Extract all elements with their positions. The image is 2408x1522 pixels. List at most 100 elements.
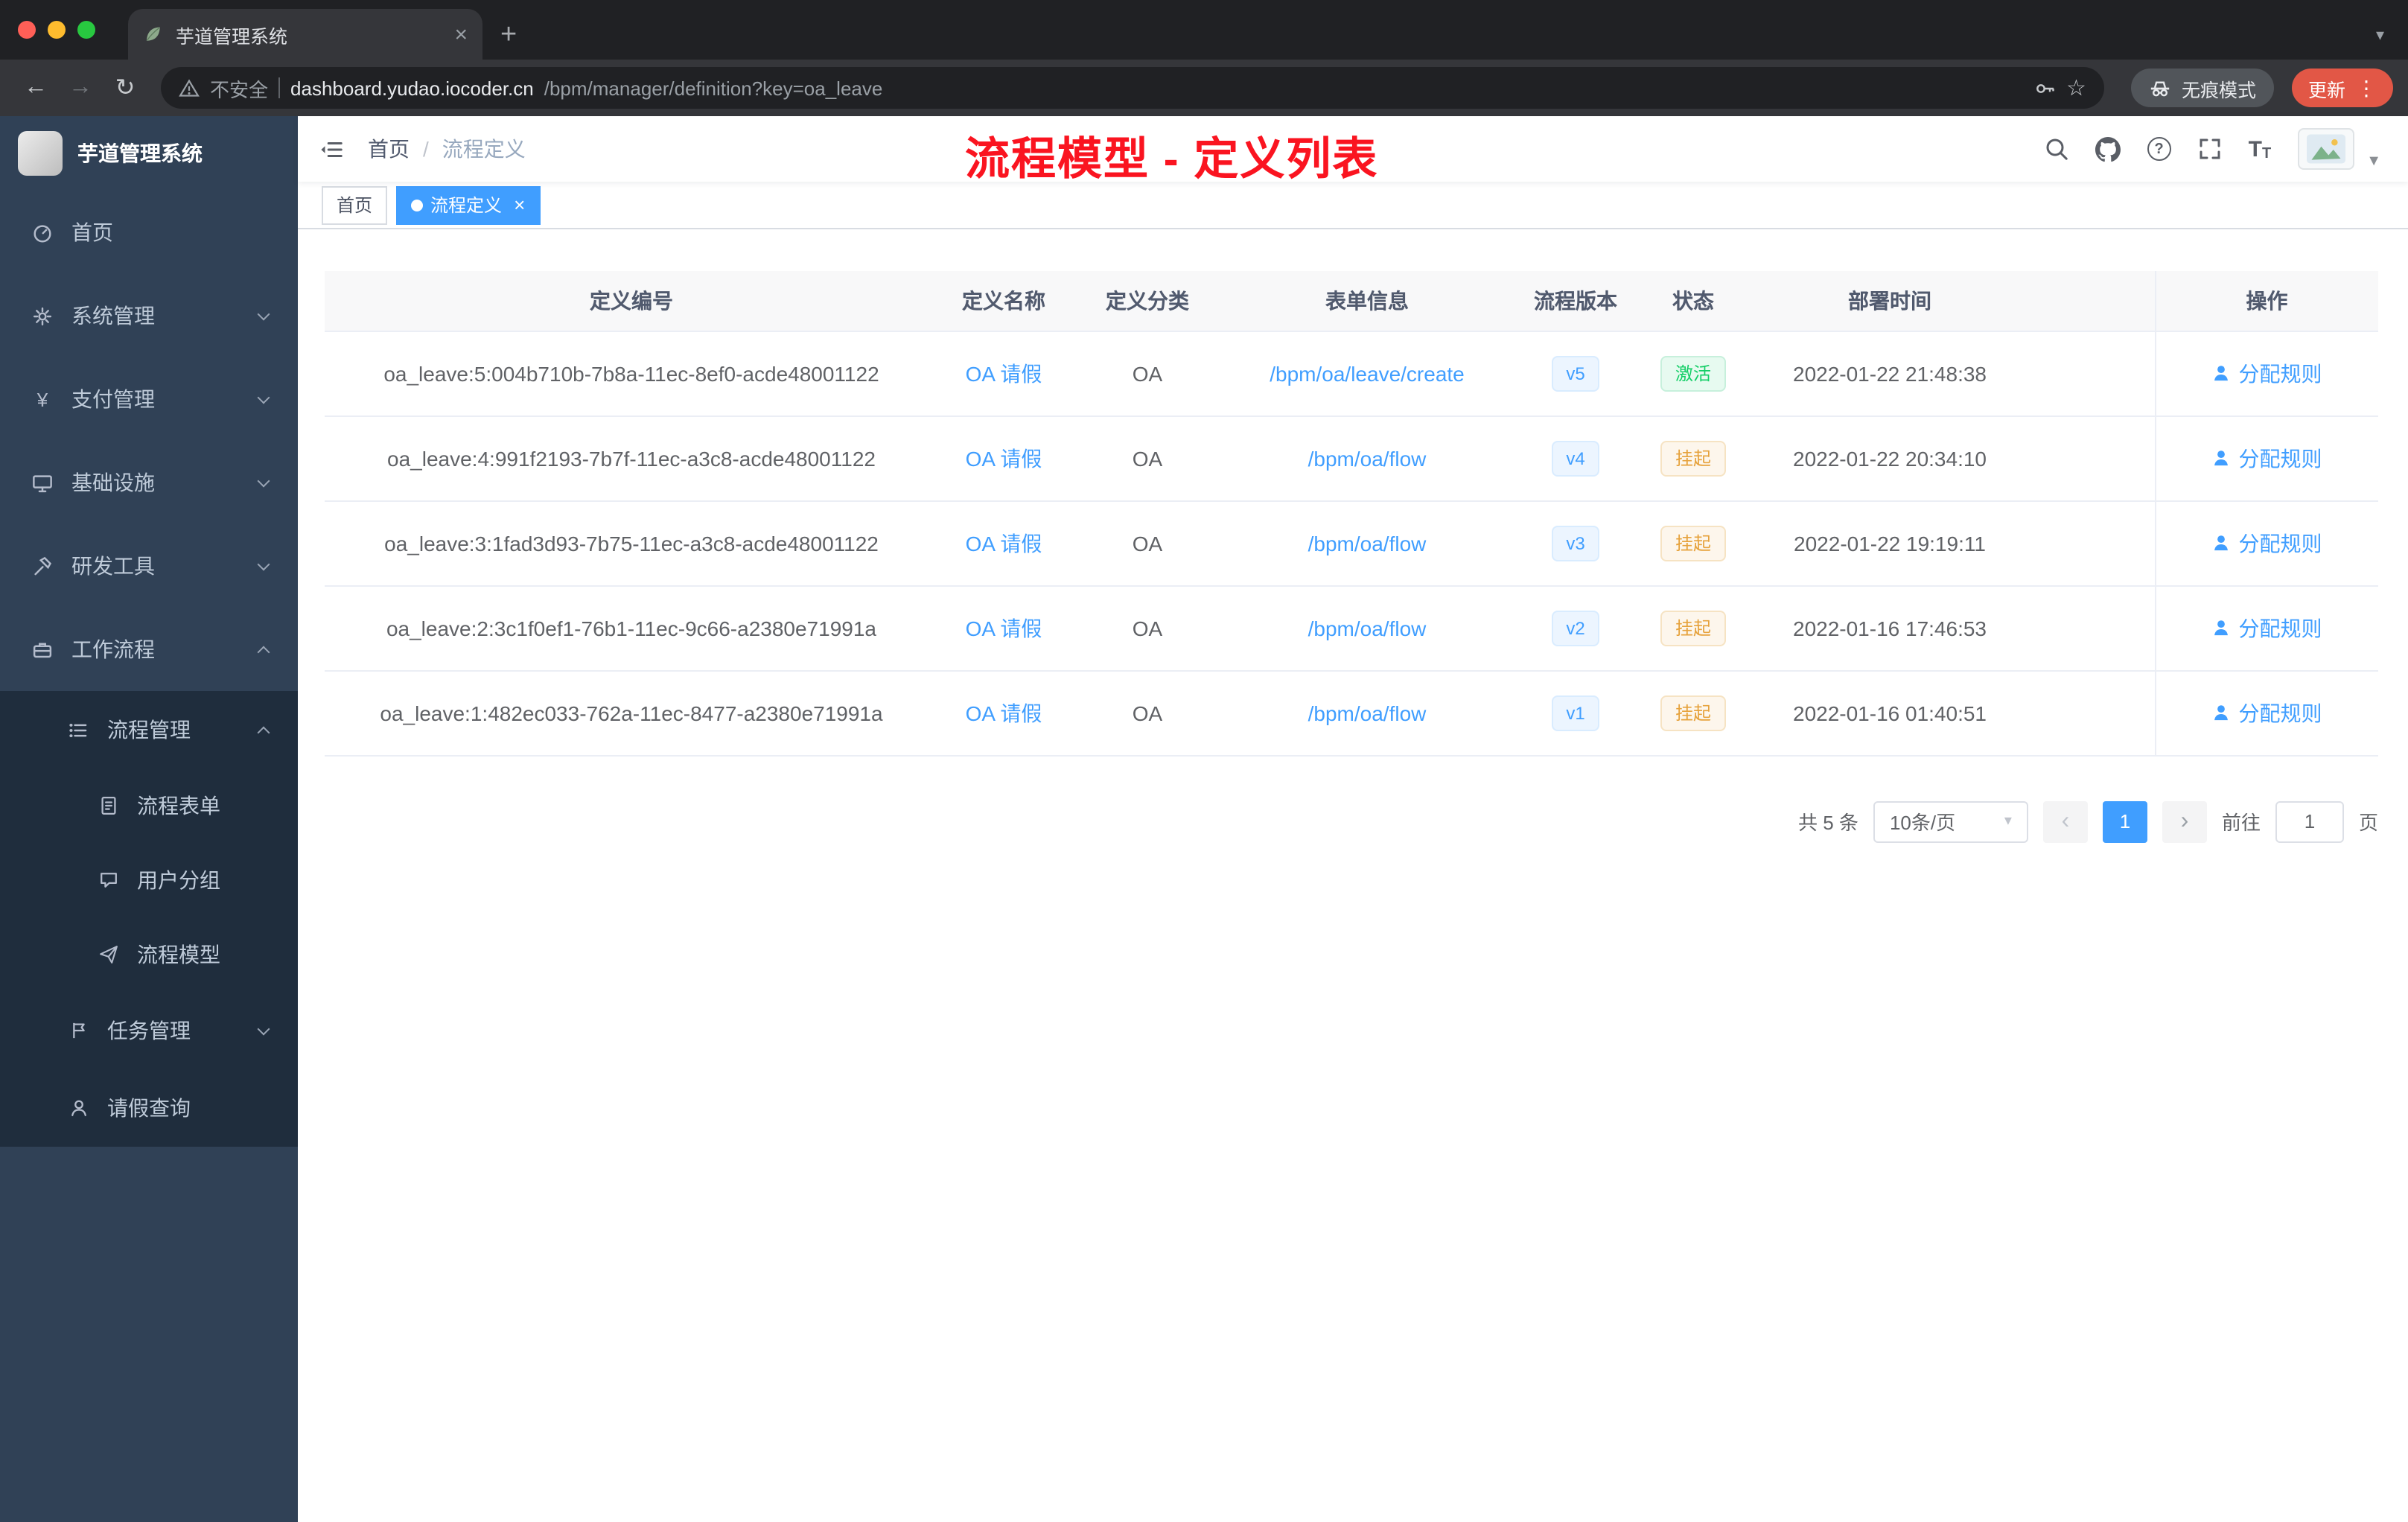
chevron-down-icon [257,390,270,404]
chevron-up-icon [257,645,270,658]
table-row: oa_leave:1:482ec033-762a-11ec-8477-a2380… [325,670,2378,756]
update-chrome-button[interactable]: 更新 ⋮ [2291,69,2393,107]
sidebar: 芋道管理系统 首页 系统管理 ¥ 支付管理 基础设施 研发工具 工作流程 流程管… [0,116,298,1522]
assign-rule-action[interactable]: 分配规则 [2212,698,2322,727]
new-tab-button[interactable]: + [500,21,517,49]
page-size-select[interactable]: 10条/页 ▾ [1873,800,2028,842]
deploy-time: 2022-01-22 19:19:11 [1794,531,1986,555]
form-link[interactable]: /bpm/oa/flow [1308,531,1427,555]
bookmark-star-icon[interactable]: ☆ [2066,74,2086,101]
column-header-name: 定义名称 [938,271,1069,331]
breadcrumb-current: 流程定义 [442,137,526,161]
tab-search-icon[interactable]: ▾ [2376,25,2384,45]
column-header-status: 状态 [1643,271,1744,331]
form-link[interactable]: /bpm/oa/flow [1308,616,1427,640]
tag-close-icon[interactable]: × [514,194,525,216]
form-link[interactable]: /bpm/oa/flow [1308,701,1427,725]
goto-page-input[interactable] [2275,800,2344,842]
browser-tab[interactable]: 芋道管理系统 × [128,9,482,60]
key-icon[interactable] [2033,77,2056,99]
close-window-button[interactable] [18,21,36,39]
tab-close-icon[interactable]: × [454,23,468,45]
github-icon[interactable] [2095,136,2121,162]
status-badge: 挂起 [1660,610,1726,646]
assign-rule-action[interactable]: 分配规则 [2212,528,2322,558]
tag-home[interactable]: 首页 [322,185,388,224]
top-navbar: 首页 / 流程定义 ? TT ▼ [298,116,2408,182]
prev-page-button[interactable]: ‹ [2042,800,2088,842]
chevron-down-icon [257,1022,270,1035]
version-tag: v5 [1551,355,1600,391]
sidebar-item-user-group[interactable]: 用户分组 [0,843,298,917]
breadcrumb-separator: / [423,137,429,161]
definition-name-link[interactable]: OA 请假 [966,531,1042,555]
definition-table: 定义编号 定义名称 定义分类 表单信息 流程版本 状态 部署时间 操作 oa_l… [325,271,2378,756]
browser-toolbar: ← → ↻ 不安全 dashboard.yudao.iocoder.cn/bpm… [0,60,2408,116]
page-content: 定义编号 定义名称 定义分类 表单信息 流程版本 状态 部署时间 操作 oa_l… [298,229,2408,1522]
chevron-down-icon: ▾ [2004,813,2012,830]
definition-name-link[interactable]: OA 请假 [966,616,1042,640]
monitor-icon [30,471,55,494]
question-icon[interactable]: ? [2147,137,2171,161]
warning-icon [179,77,200,98]
forward-button[interactable]: → [60,74,101,101]
definition-name-link[interactable]: OA 请假 [966,446,1042,470]
chat-icon [95,870,121,891]
assign-rule-action[interactable]: 分配规则 [2212,358,2322,388]
sidebar-item-process-management[interactable]: 流程管理 [0,691,298,768]
minimize-window-button[interactable] [48,21,66,39]
search-icon[interactable] [2045,137,2068,161]
table-row: oa_leave:3:1fad3d93-7b75-11ec-a3c8-acde4… [325,500,2378,586]
zoom-window-button[interactable] [77,21,95,39]
sidebar-item-devtools[interactable]: 研发工具 [0,524,298,608]
fullscreen-icon[interactable] [2198,137,2222,161]
sidebar-item-infrastructure[interactable]: 基础设施 [0,441,298,524]
app-logo: 芋道管理系统 [0,116,298,191]
reload-button[interactable]: ↻ [104,73,146,103]
sidebar-item-process-model[interactable]: 流程模型 [0,917,298,992]
font-size-icon[interactable]: TT [2249,136,2272,162]
sidebar-item-leave-query[interactable]: 请假查询 [0,1069,298,1147]
tab-favicon-icon [143,24,164,45]
chevron-down-icon [257,474,270,487]
url-path: /bpm/manager/definition?key=oa_leave [544,77,883,99]
deploy-time: 2022-01-16 01:40:51 [1793,701,1987,725]
column-header-version: 流程版本 [1509,271,1643,331]
sidebar-item-payment[interactable]: ¥ 支付管理 [0,357,298,441]
table-body: oa_leave:5:004b710b-7b8a-11ec-8ef0-acde4… [325,331,2378,756]
briefcase-icon [30,638,55,660]
status-badge: 激活 [1660,355,1726,391]
person-icon [2214,535,2229,551]
browser-chrome: 芋道管理系统 × + ▾ ← → ↻ 不安全 dashboard.yudao.i… [0,0,2408,116]
definition-id: oa_leave:1:482ec033-762a-11ec-8477-a2380… [380,701,883,725]
avatar[interactable] [2298,128,2355,170]
tag-process-definition[interactable]: 流程定义 × [396,185,541,224]
sidebar-item-workflow[interactable]: 工作流程 [0,608,298,691]
sidebar-item-process-form[interactable]: 流程表单 [0,768,298,843]
address-bar[interactable]: 不安全 dashboard.yudao.iocoder.cn/bpm/manag… [161,67,2104,109]
table-row: oa_leave:5:004b710b-7b8a-11ec-8ef0-acde4… [325,331,2378,416]
definition-id: oa_leave:2:3c1f0ef1-76b1-11ec-9c66-a2380… [386,616,876,640]
assign-rule-action[interactable]: 分配规则 [2212,613,2322,643]
definition-name-link[interactable]: OA 请假 [966,361,1042,385]
person-icon [2214,620,2229,636]
sidebar-item-home[interactable]: 首页 [0,191,298,274]
caret-down-icon[interactable]: ▼ [2366,153,2381,169]
back-button[interactable]: ← [15,74,57,101]
breadcrumb-home[interactable]: 首页 [368,134,410,164]
assign-rule-action[interactable]: 分配规则 [2212,443,2322,473]
sidebar-toggle-icon[interactable] [319,136,344,162]
form-link[interactable]: /bpm/oa/leave/create [1270,361,1465,385]
browser-menu-icon[interactable]: ⋮ [2356,75,2377,101]
column-header-id: 定义编号 [325,271,938,331]
yen-icon: ¥ [36,388,48,410]
sidebar-item-task-management[interactable]: 任务管理 [0,992,298,1069]
app-window: 芋道管理系统 首页 系统管理 ¥ 支付管理 基础设施 研发工具 工作流程 流程管… [0,116,2408,1522]
form-link[interactable]: /bpm/oa/flow [1308,446,1427,470]
definition-name-link[interactable]: OA 请假 [966,701,1042,725]
sidebar-item-system[interactable]: 系统管理 [0,274,298,357]
next-page-button[interactable]: › [2162,800,2207,842]
goto-label: 前往 [2221,812,2261,834]
page-number-button[interactable]: 1 [2102,800,2147,842]
sidebar-menu: 首页 系统管理 ¥ 支付管理 基础设施 研发工具 工作流程 流程管理 流程表单 … [0,191,298,1147]
